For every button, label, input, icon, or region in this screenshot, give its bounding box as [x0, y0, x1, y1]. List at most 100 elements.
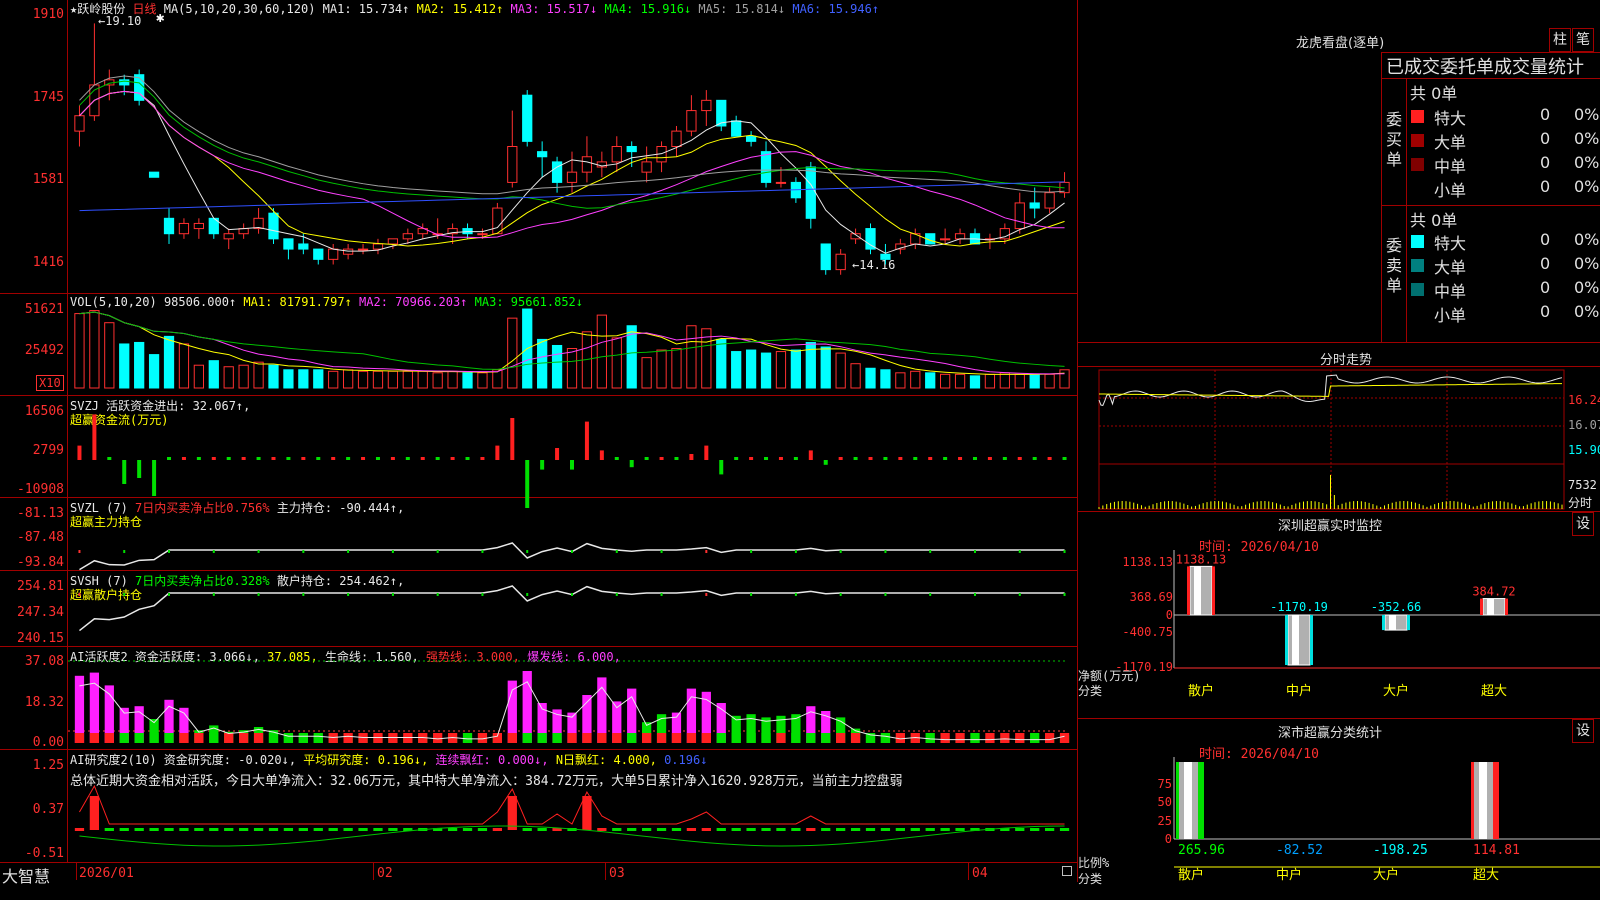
buy-row-count: 0 [1540, 105, 1551, 124]
candle-body [686, 110, 697, 132]
money-flow-bar [808, 450, 813, 460]
money-flow-bar [510, 418, 515, 460]
activity-base-bar [597, 733, 607, 743]
main-holding-chart[interactable] [68, 498, 1076, 571]
settings-button[interactable]: 设 [1572, 719, 1594, 743]
money-flow-bar [211, 457, 216, 460]
bar-mode-button[interactable]: 柱 [1549, 28, 1571, 52]
net-bar-edge [1212, 566, 1215, 615]
sz-ratio-bar-chart[interactable]: 75 50 25 0 265.96 散户 -82.52 中户 -198.25 大户 114.81 超大… [1078, 757, 1600, 900]
money-flow-bar [1002, 457, 1007, 460]
intraday-volume: 7532 [1568, 478, 1597, 492]
star-marker: ✱ [156, 10, 165, 26]
research-bar [209, 828, 219, 831]
net-bar-label: -352.66 [1371, 600, 1422, 614]
ai-active-chart[interactable] [68, 647, 1076, 749]
volume-bar [89, 310, 100, 389]
research-bar [462, 828, 473, 831]
settings-button[interactable]: 设 [1572, 512, 1594, 536]
buy-row-pct: 0% [1574, 105, 1600, 124]
sz-net-bar-chart[interactable]: 1138.13368.690-400.75-1170.191138.13散户-1… [1078, 550, 1600, 720]
vol-unit[interactable]: X10 [36, 375, 64, 391]
candle-body [342, 248, 354, 255]
candle-body [865, 228, 876, 250]
money-flow-bar [943, 457, 948, 460]
research-bar [1044, 828, 1055, 831]
holding-tick [212, 550, 215, 553]
candle-body [193, 222, 204, 230]
research-bar [686, 828, 697, 831]
activity-base-bar [656, 733, 667, 743]
retail-holding-chart[interactable] [68, 571, 1076, 646]
buy-orders-label: 委买单 [1386, 110, 1403, 169]
activity-base-bar [925, 733, 935, 743]
ai-research-chart[interactable] [68, 750, 1076, 862]
candle-body [701, 99, 712, 112]
money-flow-bar [271, 457, 276, 460]
money-flow-bar [405, 457, 410, 460]
money-flow-bar [853, 457, 858, 460]
buy-row-label: 中单 [1434, 157, 1467, 176]
volume-bar [492, 369, 503, 389]
candlestick-chart[interactable]: ✱ [68, 0, 1076, 293]
activity-base-bar [642, 733, 652, 743]
money-flow-chart[interactable] [68, 396, 1076, 508]
holding-tick [705, 593, 708, 596]
money-flow-bar [346, 457, 351, 460]
activity-base-bar [224, 733, 234, 743]
color-swatch [1411, 134, 1424, 147]
money-flow-bar [375, 457, 380, 460]
svzj-tick: -10908 [17, 482, 64, 497]
sz-class-tick: 0 [1165, 832, 1172, 846]
dragon-subtitle: 已成交委托单成交量统计 [1386, 57, 1584, 78]
volume-bar [193, 364, 204, 389]
sell-row-count: 0 [1540, 302, 1551, 321]
date-divider [605, 862, 606, 880]
research-bar [582, 796, 592, 830]
money-flow-bar [286, 457, 291, 460]
activity-base-bar [179, 733, 189, 743]
candle-body [74, 115, 85, 132]
holding-tick [929, 593, 932, 596]
holding-tick [391, 593, 394, 596]
research-bar [1015, 828, 1025, 831]
net-bar-edge [1285, 615, 1288, 666]
holding-tick [750, 550, 753, 553]
research-bar [119, 828, 129, 831]
money-flow-bar [898, 457, 903, 460]
activity-base-bar [716, 733, 726, 743]
category-label: 大户 [1383, 683, 1409, 699]
candle-body [119, 79, 130, 86]
buy-total: 共 0单 [1410, 84, 1458, 103]
candle-body [820, 243, 831, 271]
ai-active-tick: 37.08 [24, 654, 64, 669]
brand-label[interactable]: 大智慧 [2, 863, 50, 887]
stroke-mode-button[interactable]: 笔 [1572, 28, 1594, 52]
ai-active-tick: 0.00 [32, 735, 64, 750]
research-bar [388, 828, 398, 831]
research-bar [268, 828, 279, 831]
money-flow-bar [92, 414, 97, 460]
volume-chart[interactable] [68, 294, 1076, 394]
money-flow-bar [599, 450, 604, 460]
activity-base-bar [686, 733, 697, 743]
net-bar-edge [1480, 598, 1483, 615]
lock-icon[interactable] [1062, 866, 1072, 876]
date-divider [373, 862, 374, 880]
intraday-chart[interactable] [1098, 369, 1565, 510]
holding-tick [123, 550, 126, 553]
sz-class-title: 深市超赢分类统计 [1278, 726, 1383, 741]
candle-body [178, 222, 190, 235]
research-bar [597, 828, 607, 831]
svzl-tick: -81.13 [17, 506, 64, 521]
y-axis-title: 比例% [1078, 856, 1110, 870]
research-bar [134, 828, 144, 831]
activity-base-bar [671, 733, 682, 743]
sz-monitor-title: 深圳超赢实时监控 [1278, 519, 1383, 534]
activity-base-bar [298, 733, 308, 743]
money-flow-bar [167, 457, 172, 460]
ai-research-tick: -0.51 [24, 846, 64, 861]
ratio-bar-edge [1176, 762, 1179, 839]
activity-base-bar [149, 733, 159, 743]
activity-base-bar [89, 733, 100, 743]
